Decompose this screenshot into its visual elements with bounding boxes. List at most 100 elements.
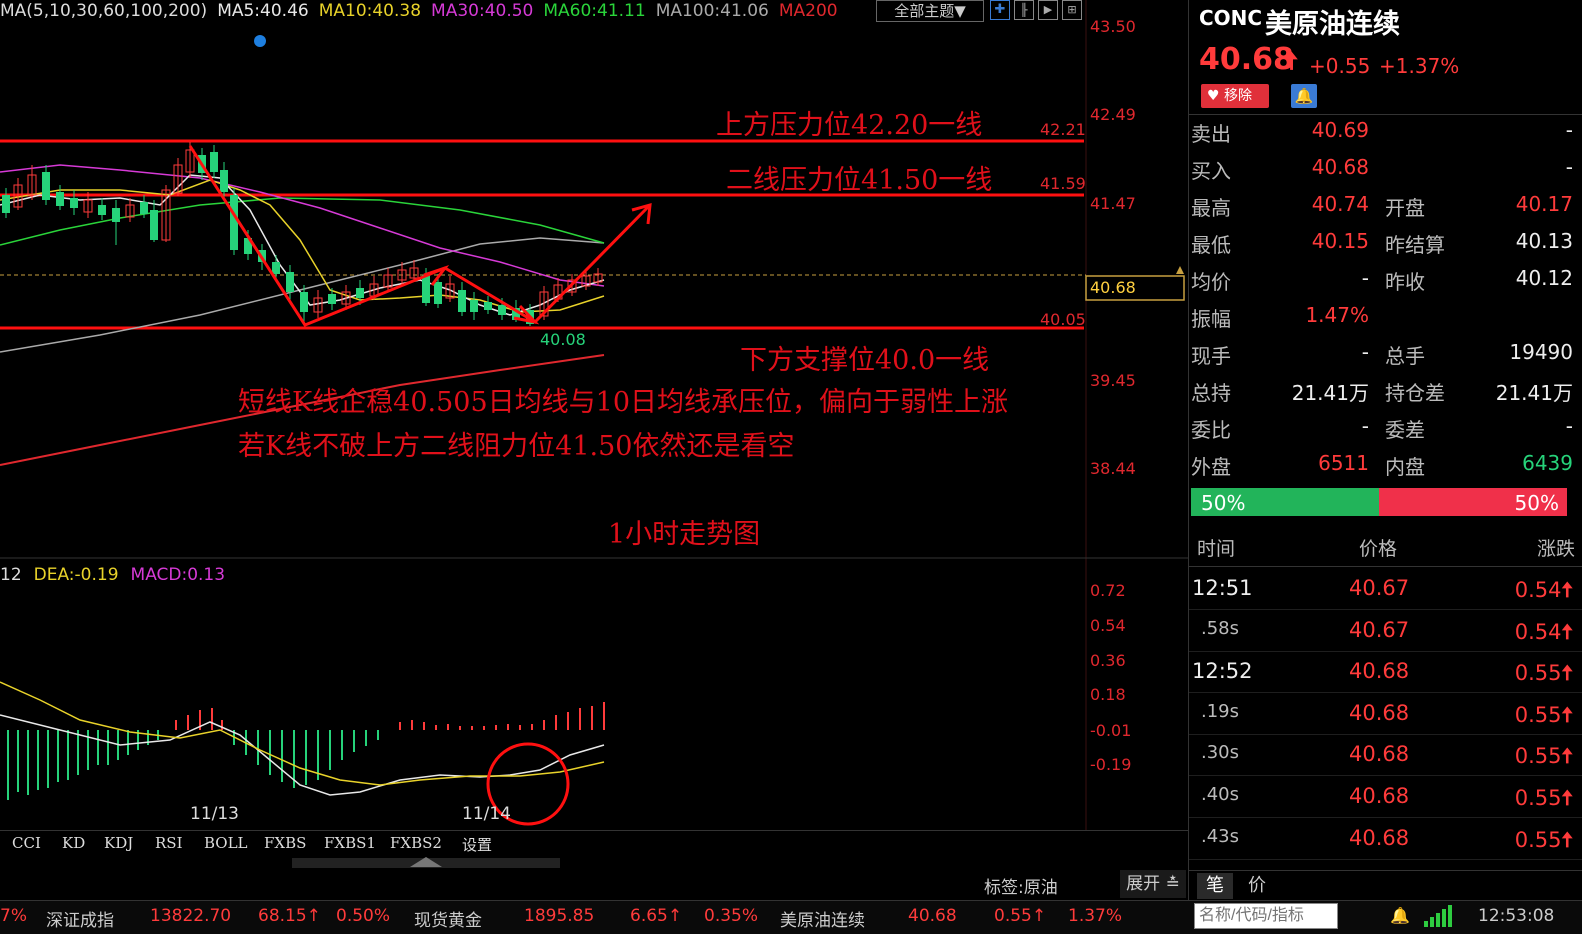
ma30-line	[0, 164, 605, 287]
tab-tick[interactable]: 笔	[1197, 873, 1233, 899]
buy-sell-ratio-bar: 50% 50%	[1191, 488, 1567, 516]
macd-tick-5: -0.01	[1090, 721, 1132, 740]
level-label-42-21: 42.21	[1040, 120, 1086, 139]
remove-watchlist-button[interactable]: ♥ 移除	[1201, 84, 1269, 108]
instrument-code: CONC	[1199, 6, 1263, 30]
ma60-line	[0, 197, 605, 246]
level-label-40-05: 40.05	[1040, 310, 1086, 329]
last-price: 40.68	[1199, 42, 1294, 77]
ticker-3-value: 40.68	[908, 906, 957, 926]
quote-value-2: 21.41万	[1495, 381, 1573, 405]
date-label-2: 11/14	[462, 804, 511, 824]
y-tick-2: 42.49	[1090, 105, 1136, 124]
quote-label-2: 持仓差	[1385, 381, 1445, 405]
macd-tick-3: 0.36	[1090, 651, 1126, 670]
header-divider	[1189, 114, 1582, 115]
y-tick-1: 43.50	[1090, 17, 1136, 36]
chart-area[interactable]: MA(5,10,30,60,100,200) MA5:40.46 MA10:40.3…	[0, 0, 1188, 933]
current-price-label: 40.68	[1090, 278, 1136, 297]
ticker-edge-pct: 7%	[0, 906, 27, 926]
quote-value-2: 6439	[1522, 451, 1573, 475]
quote-value-2: -	[1565, 118, 1573, 142]
alert-bell-button[interactable]: 🔔	[1291, 84, 1317, 108]
trades-header: 时间 价格 涨跌	[1189, 530, 1582, 567]
tab-price-volume[interactable]: 价	[1239, 873, 1275, 899]
quote-value-2: 19490	[1509, 340, 1573, 364]
quote-panel: CONC 美原油连续 40.68 🠅 +0.55 +1.37% ♥ 移除 🔔 卖…	[1188, 0, 1582, 900]
ticker-3-name[interactable]: 美原油连续	[780, 906, 865, 931]
ticker-1-name[interactable]: 深证成指	[46, 906, 114, 931]
ticker-2-value: 1895.85	[524, 906, 595, 926]
trade-change: 0.55	[1514, 661, 1562, 686]
support-annotation: 下方支撑位40.0一线	[740, 345, 990, 376]
signal-dot	[254, 35, 266, 47]
analysis-note-1: 短线K线企稳40.505日均线与10日均线承压位，偏向于弱性上涨	[238, 387, 1008, 418]
tab-cci[interactable]: CCI	[12, 834, 41, 856]
candlestick-chart[interactable]	[0, 0, 1188, 560]
quote-row: 外盘 6511 内盘 6439	[1189, 451, 1582, 488]
quote-value: -	[1361, 340, 1369, 364]
scroll-thumb-icon[interactable]	[410, 857, 442, 867]
trade-change: 0.54	[1514, 578, 1562, 602]
quote-value-2: -	[1565, 155, 1573, 179]
trade-change: 0.55	[1514, 786, 1562, 810]
heart-icon: ♥	[1207, 88, 1220, 104]
trade-row: 12:51 40.67 0.54🠅	[1189, 568, 1582, 610]
y-tick-5: 39.45	[1090, 371, 1136, 390]
header-time: 时间	[1197, 538, 1236, 560]
dea-line	[0, 681, 605, 786]
trade-row: 12:52 40.68 0.55🠅	[1189, 651, 1582, 694]
analysis-note-2: 若K线不破上方二线阻力位41.50依然还是看空	[238, 431, 795, 462]
trade-time: .58s	[1201, 617, 1240, 639]
trade-row: .30s 40.68 0.55🠅	[1189, 734, 1582, 777]
signal-strength-icon	[1424, 905, 1454, 932]
tab-kd[interactable]: KD	[62, 834, 85, 856]
tab-settings[interactable]: 设置	[462, 834, 492, 856]
quote-label: 最高	[1191, 196, 1231, 220]
ticker-2-name[interactable]: 现货黄金	[414, 906, 482, 931]
bell-icon: 🔔	[1294, 87, 1314, 105]
clock: 12:53:08	[1478, 906, 1555, 926]
trade-row: .43s 40.68 0.55🠅	[1189, 818, 1582, 860]
quote-label-2: 内盘	[1385, 455, 1425, 479]
tab-kdj[interactable]: KDJ	[104, 834, 133, 856]
quote-value-2: 40.17	[1515, 192, 1573, 216]
quote-label: 现手	[1191, 344, 1231, 368]
quote-label-2: 昨结算	[1385, 233, 1445, 257]
tab-fxbs2[interactable]: FXBS2	[390, 834, 442, 856]
macd-chart[interactable]	[0, 560, 1188, 830]
chart-title-annotation: 1小时走势图	[608, 519, 761, 550]
search-input[interactable]	[1194, 903, 1338, 929]
quote-row: 最低 40.15 昨结算 40.13	[1189, 229, 1582, 266]
tab-fxbs1[interactable]: FXBS1	[324, 834, 376, 856]
ticker-1-pct: 0.50%	[336, 906, 391, 926]
quote-label-2: 委差	[1385, 418, 1425, 442]
quote-label-2: 昨收	[1385, 270, 1425, 294]
tab-rsi[interactable]: RSI	[155, 834, 183, 856]
ticker-2-pct: 0.35%	[704, 906, 759, 926]
up-arrow-icon: 🠅	[1561, 744, 1574, 769]
quote-label: 外盘	[1191, 455, 1231, 479]
ticker-3-change: 0.55↑	[994, 906, 1047, 926]
quote-row: 最高 40.74 开盘 40.17	[1189, 192, 1582, 229]
quote-value: 40.15	[1311, 229, 1369, 253]
quote-value: -	[1361, 266, 1369, 290]
tab-boll[interactable]: BOLL	[204, 834, 248, 856]
notification-bell-icon[interactable]: 🔔	[1390, 906, 1410, 925]
header-change: 涨跌	[1536, 538, 1575, 560]
macd-tick-1: 0.72	[1090, 581, 1126, 600]
tab-fxbs[interactable]: FXBS	[264, 834, 306, 856]
expand-button[interactable]: 展开 ≛	[1120, 870, 1186, 898]
quote-row: 卖出 40.69 -	[1189, 118, 1582, 155]
panel-tabs: 笔 价	[1189, 870, 1582, 901]
price-change-pct: +1.37%	[1379, 54, 1460, 78]
quote-value: -	[1361, 414, 1369, 438]
resistance-1-annotation: 上方压力位42.20一线	[716, 110, 983, 141]
trade-price: 40.68	[1349, 700, 1410, 725]
trade-time: .40s	[1201, 784, 1240, 805]
up-arrow-icon: 🠅	[1561, 619, 1574, 644]
trade-time: 12:52	[1192, 659, 1253, 684]
sell-ratio: 50%	[1379, 488, 1567, 516]
trade-time: .43s	[1201, 825, 1240, 847]
macd-tick-6: -0.19	[1090, 755, 1132, 774]
